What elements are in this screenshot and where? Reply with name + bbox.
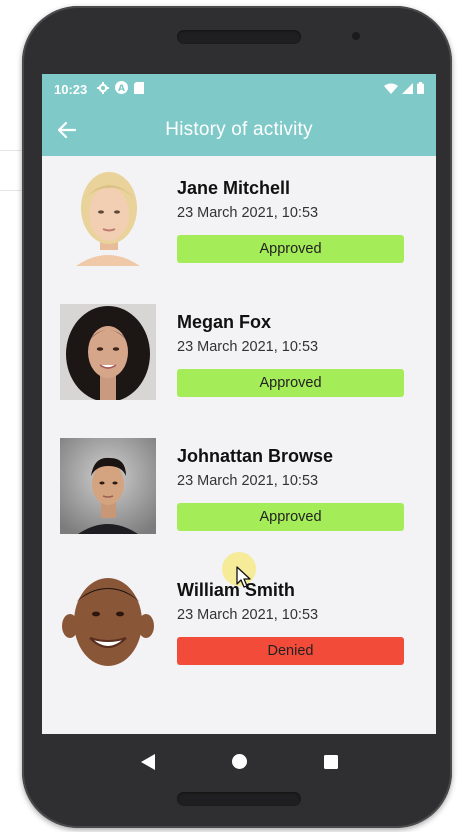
status-badge: Denied xyxy=(177,637,404,665)
stage: 10:23 A History of activity Jane Mitchel… xyxy=(0,0,462,832)
activity-date: 23 March 2021, 10:53 xyxy=(177,607,319,623)
svg-text:A: A xyxy=(118,84,125,94)
status-time: 10:23 xyxy=(54,81,88,97)
nav-back-icon[interactable] xyxy=(140,753,155,775)
wifi-icon xyxy=(384,82,398,97)
status-bar: 10:23 A xyxy=(42,74,436,104)
app-bar: History of activity xyxy=(42,104,436,156)
page-title: History of activity xyxy=(165,119,313,140)
avatar xyxy=(60,304,156,400)
status-badge: Approved xyxy=(177,503,404,531)
nav-home-icon[interactable] xyxy=(231,754,247,774)
settings-icon xyxy=(97,81,110,97)
activity-date: 23 March 2021, 10:53 xyxy=(177,473,319,489)
person-name: Johnattan Browse xyxy=(177,446,334,466)
list-item[interactable]: Megan Fox 23 March 2021, 10:53 Approved xyxy=(42,304,436,438)
person-name: Megan Fox xyxy=(177,312,272,332)
status-right xyxy=(384,81,424,97)
activity-date: 23 March 2021, 10:53 xyxy=(177,339,319,355)
activity-date: 23 March 2021, 10:53 xyxy=(177,205,319,221)
nav-recents-icon[interactable] xyxy=(323,754,338,774)
phone-screen: 10:23 A History of activity Jane Mitchel… xyxy=(42,74,436,794)
list-item[interactable]: Jane Mitchell 23 March 2021, 10:53 Appro… xyxy=(42,170,436,304)
cursor-icon xyxy=(236,566,251,588)
background-divider xyxy=(0,150,24,151)
avatar xyxy=(60,572,156,668)
signal-icon xyxy=(402,82,413,97)
status-badge: Approved xyxy=(177,235,404,263)
sd-card-icon xyxy=(134,81,145,97)
back-button[interactable] xyxy=(42,104,92,156)
phone-frame: 10:23 A History of activity Jane Mitchel… xyxy=(22,6,452,828)
list-item[interactable]: William Smith 23 March 2021, 10:53 Denie… xyxy=(42,572,436,706)
back-arrow-icon xyxy=(58,122,76,138)
front-camera xyxy=(352,32,360,40)
top-speaker xyxy=(177,30,301,44)
activity-list: Jane Mitchell 23 March 2021, 10:53 Appro… xyxy=(42,156,436,706)
avatar xyxy=(60,170,156,266)
avatar xyxy=(60,438,156,534)
battery-icon xyxy=(417,81,424,97)
status-badge: Approved xyxy=(177,369,404,397)
system-nav-bar xyxy=(42,734,436,794)
background-divider xyxy=(0,190,24,191)
person-name: Jane Mitchell xyxy=(177,178,291,198)
a-icon: A xyxy=(115,81,129,97)
bottom-speaker xyxy=(177,792,301,806)
